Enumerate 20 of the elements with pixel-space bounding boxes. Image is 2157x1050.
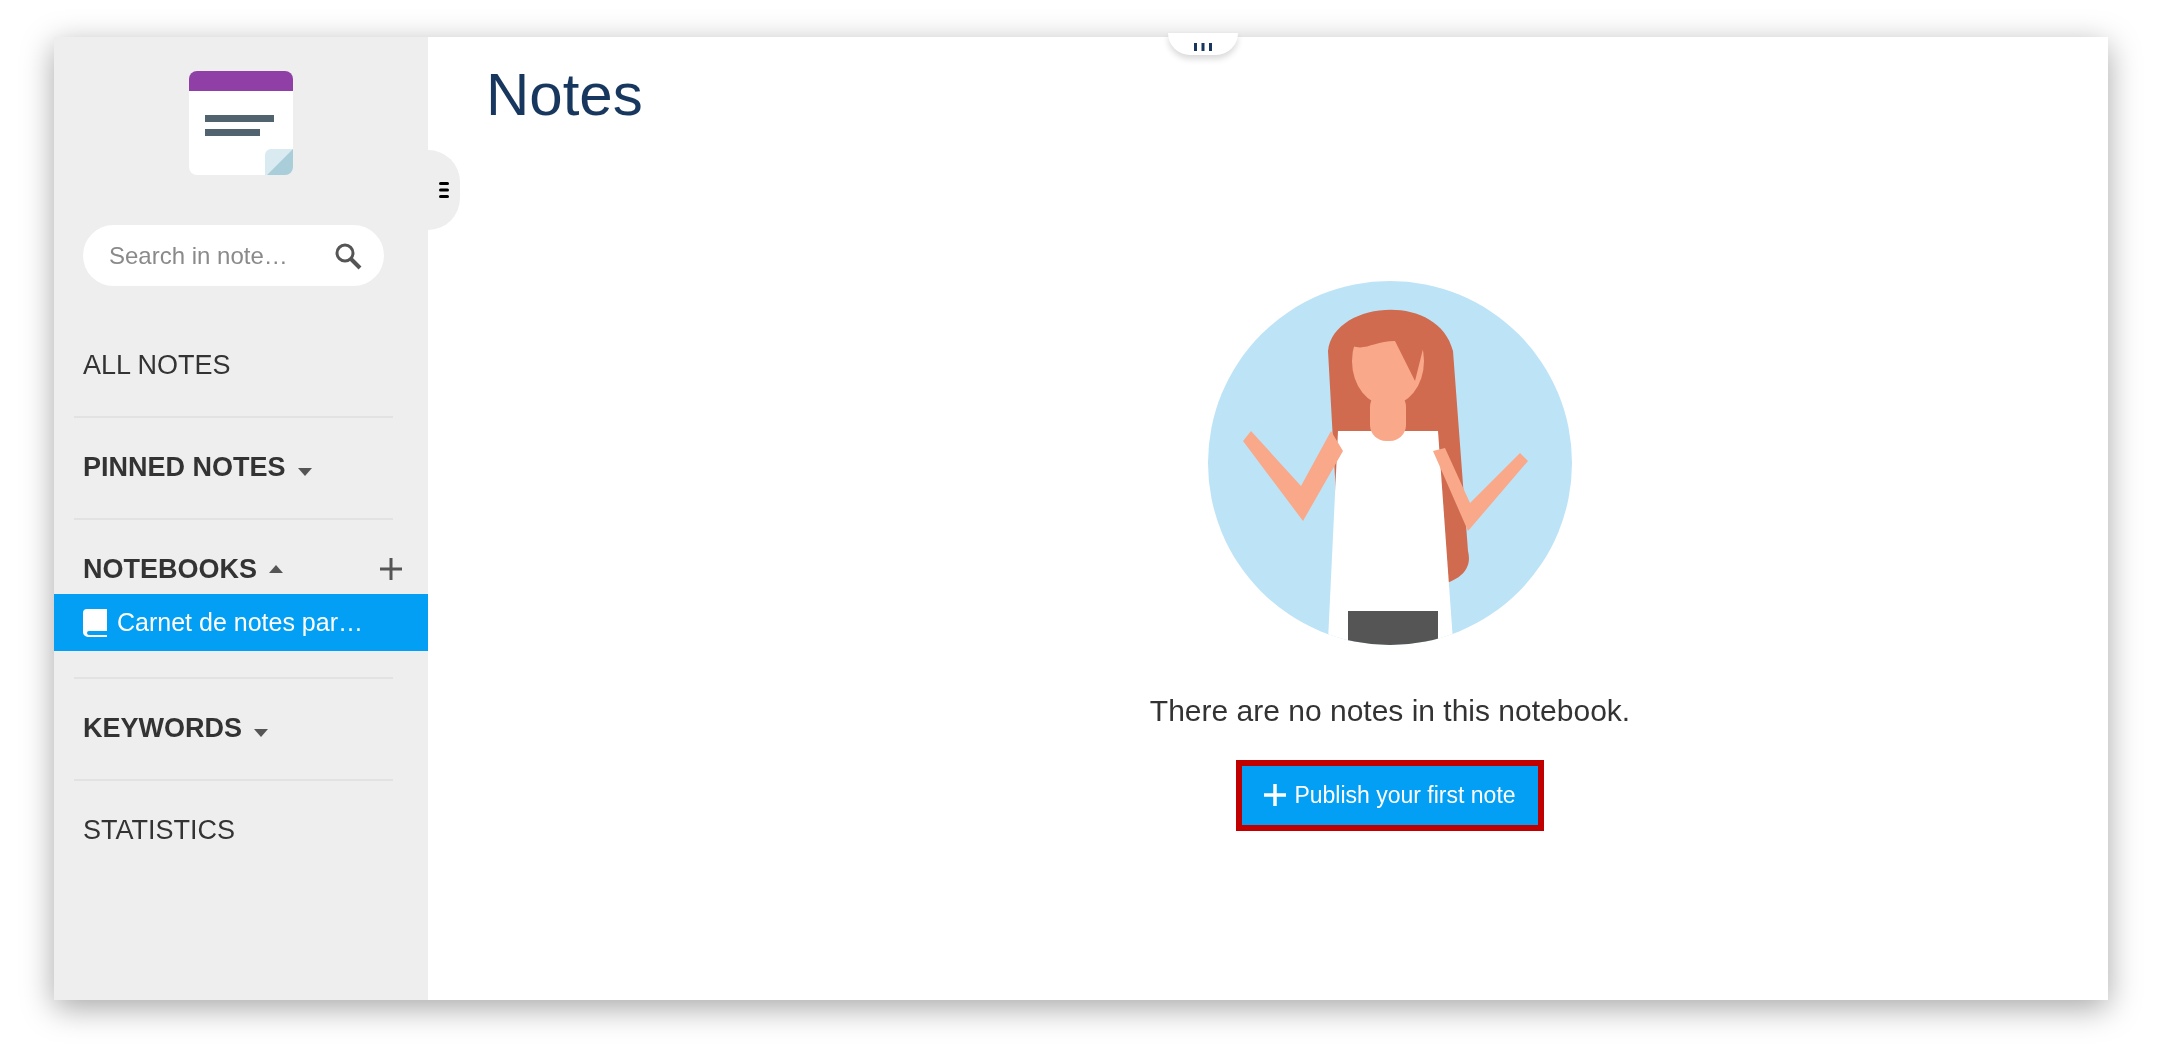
search-box[interactable]: Search in note… — [83, 225, 384, 286]
page-title: Notes — [485, 60, 643, 130]
book-icon — [83, 608, 109, 637]
grip-icon[interactable] — [1194, 43, 1212, 51]
empty-state-message: There are no notes in this notebook. — [1149, 693, 1631, 729]
section-header[interactable]: NOTEBOOKS — [83, 548, 257, 590]
handle-button[interactable] — [1168, 33, 1238, 55]
search-icon[interactable] — [334, 241, 362, 270]
search-field[interactable]: Search in note… — [107, 236, 334, 275]
caret-icon[interactable] — [297, 468, 312, 476]
notes-logo-icon — [189, 71, 293, 175]
menu-icon[interactable] — [439, 182, 449, 198]
nav-link[interactable]: STATISTICS — [83, 809, 235, 851]
caret-icon[interactable] — [269, 565, 283, 573]
section-header[interactable]: KEYWORDS — [83, 707, 242, 749]
caret-icon[interactable] — [254, 729, 268, 737]
add-icon[interactable] — [380, 558, 402, 580]
plus-icon — [1264, 784, 1287, 807]
nav-link[interactable]: ALL NOTES — [83, 344, 231, 386]
section-header[interactable]: PINNED NOTES — [83, 446, 286, 488]
